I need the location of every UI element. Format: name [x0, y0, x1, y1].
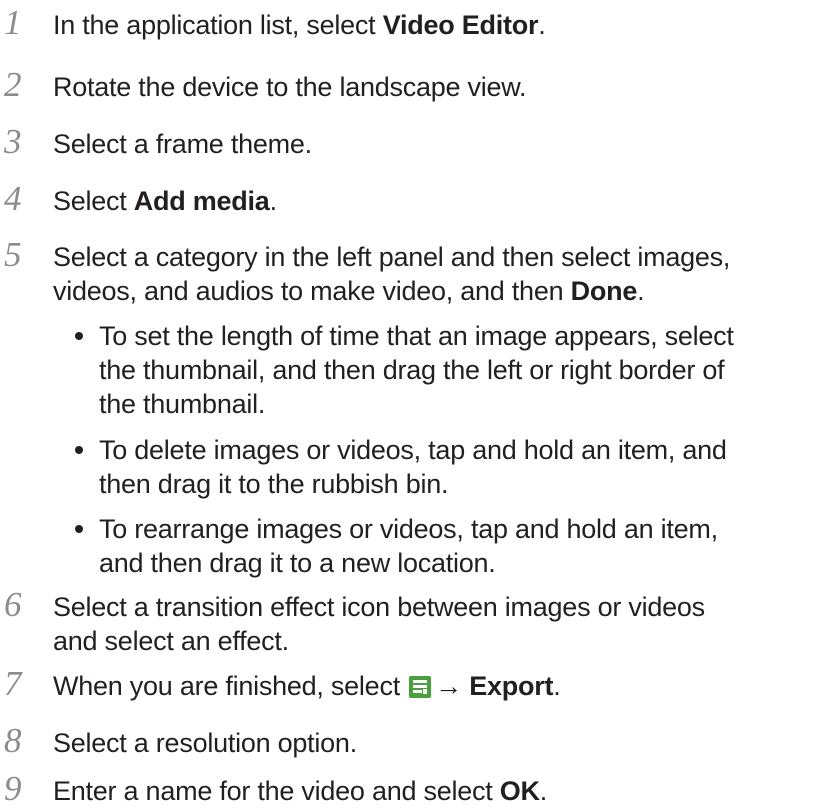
step-number: 7 — [4, 664, 22, 703]
step-number: 8 — [4, 721, 22, 760]
step-text: Rotate the device to the landscape view. — [53, 72, 527, 102]
step-number: 9 — [4, 769, 22, 808]
menu-icon — [409, 676, 432, 698]
bullet-dot — [75, 446, 83, 454]
step-text: Select a transition effect icon between … — [53, 592, 705, 656]
bullet-dot — [75, 332, 83, 340]
step-text: When you are finished, select → Export. — [53, 671, 561, 701]
step-number: 6 — [4, 585, 22, 624]
step-text: Select a resolution option. — [53, 728, 357, 758]
bullet-dot — [75, 525, 83, 533]
bold-term: Done — [570, 276, 638, 306]
step-number: 4 — [4, 179, 22, 218]
bullet-text: To rearrange images or videos, tap and h… — [99, 514, 718, 578]
bold-term: OK — [499, 776, 540, 806]
step-text: Select a category in the left panel and … — [53, 242, 731, 306]
step-number: 3 — [4, 122, 22, 161]
arrow-icon: → — [435, 671, 462, 701]
bullet-text: To set the length of time that an image … — [99, 321, 734, 419]
step-text: Select a frame theme. — [53, 129, 312, 159]
bold-term: Add media — [133, 186, 270, 216]
step-text: Select Add media. — [53, 186, 277, 216]
step-number: 1 — [4, 3, 22, 42]
step-text: Enter a name for the video and select OK… — [53, 776, 548, 806]
bullet-text: To delete images or videos, tap and hold… — [99, 435, 727, 499]
step-text: In the application list, select Video Ed… — [53, 10, 546, 40]
instruction-page: 1 In the application list, select Video … — [0, 0, 813, 810]
bold-term: Export — [469, 671, 554, 701]
bold-term: Video Editor — [382, 10, 539, 40]
step-number: 5 — [4, 235, 22, 274]
step-number: 2 — [4, 65, 22, 104]
